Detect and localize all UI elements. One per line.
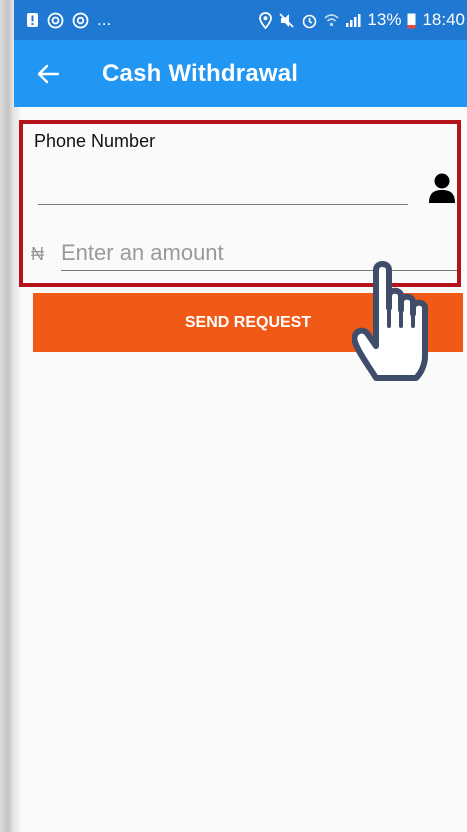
notification-alert-icon (27, 13, 38, 27)
battery-percent: 13% (367, 10, 402, 29)
arrow-left-icon (37, 64, 59, 83)
amount-input[interactable] (61, 236, 457, 271)
location-icon (259, 11, 273, 29)
person-icon[interactable] (427, 172, 457, 204)
status-more-text: ... (97, 10, 112, 29)
left-edge-shadow (0, 0, 14, 832)
send-request-button[interactable]: SEND REQUEST (33, 293, 463, 352)
status-right: 13% 18:40 (259, 10, 467, 30)
clock-time: 18:40 (422, 10, 465, 29)
app-bar: Cash Withdrawal (14, 40, 467, 107)
phone-number-input[interactable] (38, 170, 408, 205)
signal-icon (346, 13, 361, 27)
wifi-icon (324, 13, 339, 26)
battery-icon (407, 13, 416, 28)
sync-circle-icon (47, 12, 64, 28)
status-left: ... (14, 10, 111, 30)
status-bar: ... 13% 18:40 (14, 0, 467, 40)
back-button[interactable] (28, 54, 68, 94)
form-container (20, 107, 467, 832)
currency-symbol: ₦ (31, 244, 44, 264)
phone-number-label: Phone Number (34, 131, 156, 151)
alarm-icon (303, 14, 317, 28)
mute-icon (279, 12, 295, 28)
page-title: Cash Withdrawal (102, 59, 299, 87)
at-sign-icon (72, 12, 89, 28)
